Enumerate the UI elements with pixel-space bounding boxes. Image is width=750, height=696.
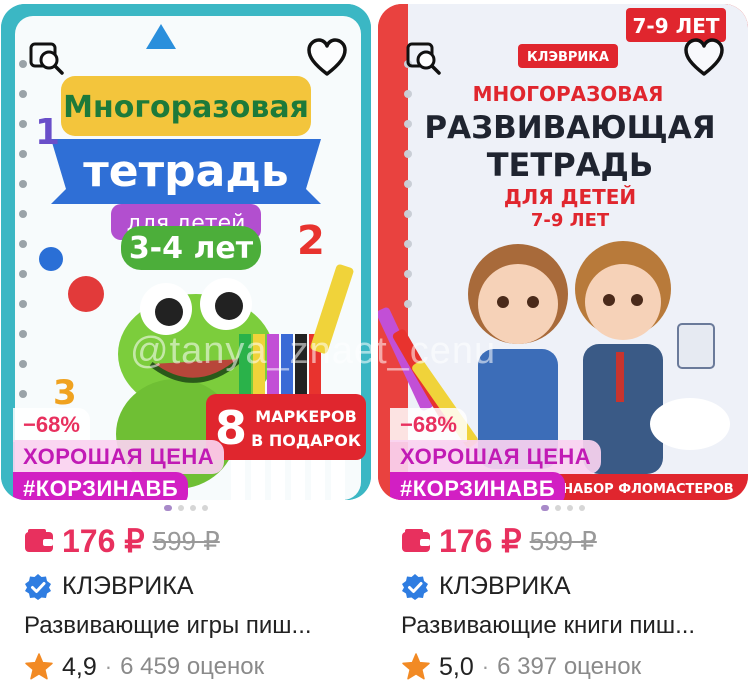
price: 176 ₽ [439, 523, 522, 559]
old-price: 599 ₽ [529, 525, 597, 556]
good-price-badge: ХОРОШАЯ ЦЕНА [390, 440, 602, 474]
verified-icon [25, 573, 51, 600]
hashtag-badge[interactable]: #КОРЗИНАВБ [390, 472, 566, 500]
cover-num1: 1 [35, 112, 60, 153]
cover-line1: Многоразовая [63, 90, 309, 125]
hashtag-badge[interactable]: #КОРЗИНАВБ [13, 472, 189, 500]
product-title[interactable]: Развивающие игры пиш... [24, 612, 312, 640]
favorite-button[interactable] [303, 34, 351, 82]
carousel-dot [164, 505, 172, 511]
rating-row: 4,9 · 6 459 оценок [24, 652, 264, 682]
cover-num2: 2 [297, 218, 325, 264]
carousel-dot [567, 505, 573, 511]
separator: · [481, 654, 490, 679]
reviews-count: 6 397 оценок [497, 653, 642, 680]
product-title[interactable]: Развивающие книги пиш... [401, 612, 695, 640]
cover-promo-text2: В ПОДАРОК [251, 431, 361, 450]
cover-line2: тетрадь [83, 146, 288, 197]
product-image[interactable]: Многоразовая тетрадь для детей 3-4 лет 1… [1, 4, 371, 500]
similar-search-icon [406, 42, 441, 75]
old-price: 599 ₽ [152, 525, 220, 556]
cover-promo-text1: МАРКЕРОВ [255, 407, 357, 426]
carousel-dot [541, 505, 549, 511]
carousel-dot [190, 505, 196, 511]
cover-line4: 3-4 лет [129, 231, 254, 266]
price: 176 ₽ [62, 523, 145, 559]
cover-brand-label: КЛЭВРИКА [527, 50, 609, 65]
carousel-dot [579, 505, 585, 511]
reviews-count: 6 459 оценок [120, 653, 265, 680]
good-price-badge: ХОРОШАЯ ЦЕНА [13, 440, 225, 474]
cover-line3: ТЕТРАДЬ [487, 146, 654, 184]
product-image[interactable]: 7-9 ЛЕТ КЛЭВРИКА МНОГОРАЗОВАЯ РАЗВИВАЮЩА… [378, 4, 748, 500]
heart-icon [307, 38, 347, 76]
wallet-icon [25, 529, 53, 552]
similar-search-button[interactable] [23, 34, 71, 82]
cover-num3: 3 [53, 373, 77, 413]
carousel-dot [555, 505, 561, 511]
brand-name[interactable]: КЛЭВРИКА [439, 572, 571, 601]
discount-badge: −68% [390, 408, 467, 442]
carousel-dots [0, 505, 372, 511]
cover-line1: МНОГОРАЗОВАЯ [473, 82, 664, 106]
heart-icon [684, 38, 724, 76]
rating-row: 5,0 · 6 397 оценок [401, 652, 641, 682]
brand-row[interactable]: КЛЭВРИКА [401, 572, 571, 601]
price-row: 176 ₽ 599 ₽ [401, 522, 597, 560]
carousel-dots [377, 505, 749, 511]
brand-name[interactable]: КЛЭВРИКА [62, 572, 194, 601]
cover-line2: РАЗВИВАЮЩАЯ [424, 110, 715, 146]
rating-value: 4,9 [62, 652, 97, 681]
cover-line5: 7-9 ЛЕТ [531, 210, 610, 231]
rating-value: 5,0 [439, 652, 474, 681]
wallet-icon [402, 529, 430, 552]
cover-line4: ДЛЯ ДЕТЕЙ [504, 185, 636, 209]
verified-icon [402, 573, 428, 600]
product-card[interactable]: Многоразовая тетрадь для детей 3-4 лет 1… [0, 0, 372, 696]
favorite-button[interactable] [680, 34, 728, 82]
cover-bottom-text: НАБОР ФЛОМАСТЕРОВ [562, 482, 733, 497]
similar-search-icon [29, 42, 64, 75]
brand-row[interactable]: КЛЭВРИКА [24, 572, 194, 601]
product-card[interactable]: 7-9 ЛЕТ КЛЭВРИКА МНОГОРАЗОВАЯ РАЗВИВАЮЩА… [377, 0, 749, 696]
star-icon [25, 653, 53, 680]
separator: · [104, 654, 113, 679]
price-row: 176 ₽ 599 ₽ [24, 522, 220, 560]
carousel-dot [202, 505, 208, 511]
similar-search-button[interactable] [400, 34, 448, 82]
carousel-dot [178, 505, 184, 511]
star-icon [402, 653, 430, 680]
discount-badge: −68% [13, 408, 90, 442]
